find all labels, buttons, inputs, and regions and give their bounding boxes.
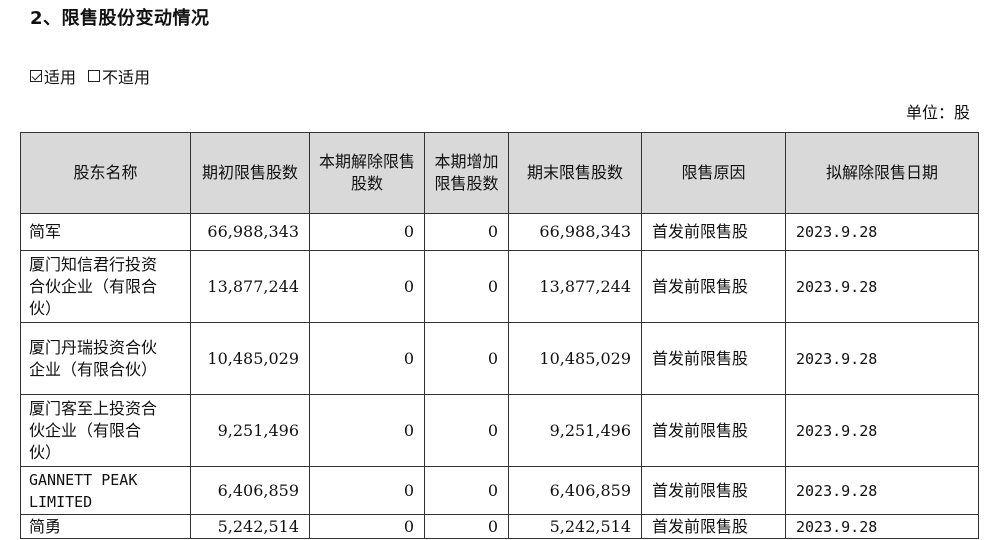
header-reason: 限售原因: [641, 132, 786, 214]
cell-date: 2023.9.28: [785, 322, 979, 395]
header-released: 本期解除限售股数: [309, 132, 425, 214]
checked-box-icon: [30, 70, 42, 82]
cell-end: 10,485,029: [508, 322, 642, 395]
header-begin-restricted: 期初限售股数: [190, 132, 310, 214]
cell-released: 0: [309, 514, 425, 539]
section-title: 2、限售股份变动情况: [30, 8, 210, 29]
cell-name: GANNETT PEAK LIMITED: [20, 466, 191, 515]
cell-reason: 首发前限售股: [641, 322, 786, 395]
cell-begin: 13,877,244: [190, 250, 310, 323]
cell-released: 0: [309, 250, 425, 323]
cell-released: 0: [309, 213, 425, 251]
table-row: 厦门丹瑞投资合伙企业（有限合伙） 10,485,029 0 0 10,485,0…: [20, 322, 979, 395]
header-release-date: 拟解除限售日期: [785, 132, 979, 214]
table-row: 简军 66,988,343 0 0 66,988,343 首发前限售股 2023…: [20, 213, 979, 251]
cell-end: 6,406,859: [508, 466, 642, 515]
cell-begin: 10,485,029: [190, 322, 310, 395]
option-applicable: 适用: [30, 64, 76, 88]
cell-released: 0: [309, 322, 425, 395]
cell-added: 0: [424, 213, 509, 251]
header-added: 本期增加限售股数: [424, 132, 509, 214]
cell-date: 2023.9.28: [785, 466, 979, 515]
option-not-applicable-label: 不适用: [102, 68, 151, 87]
cell-begin: 5,242,514: [190, 514, 310, 539]
cell-reason: 首发前限售股: [641, 213, 786, 251]
cell-name: 厦门知信君行投资合伙企业（有限合伙）: [20, 250, 191, 323]
cell-released: 0: [309, 466, 425, 515]
cell-added: 0: [424, 514, 509, 539]
cell-name: 厦门丹瑞投资合伙企业（有限合伙）: [20, 322, 191, 395]
unit-label: 单位：股: [905, 103, 970, 122]
cell-date: 2023.9.28: [785, 394, 979, 467]
cell-added: 0: [424, 250, 509, 323]
cell-begin: 6,406,859: [190, 466, 310, 515]
cell-end: 66,988,343: [508, 213, 642, 251]
table-row: 厦门知信君行投资合伙企业（有限合伙） 13,877,244 0 0 13,877…: [20, 250, 979, 323]
cell-date: 2023.9.28: [785, 213, 979, 251]
cell-reason: 首发前限售股: [641, 250, 786, 323]
cell-added: 0: [424, 322, 509, 395]
cell-name: 厦门客至上投资合伙企业（有限合伙）: [20, 394, 191, 467]
cell-end: 5,242,514: [508, 514, 642, 539]
cell-name: 简军: [20, 213, 191, 251]
table-header-row: 股东名称 期初限售股数 本期解除限售股数 本期增加限售股数 期末限售股数 限售原…: [20, 132, 979, 214]
cell-end: 9,251,496: [508, 394, 642, 467]
unchecked-box-icon: [88, 70, 101, 82]
cell-end: 13,877,244: [508, 250, 642, 323]
cell-reason: 首发前限售股: [641, 394, 786, 467]
cell-begin: 9,251,496: [190, 394, 310, 467]
cell-released: 0: [309, 394, 425, 467]
cell-name: 简勇: [20, 514, 191, 539]
option-applicable-label: 适用: [44, 68, 77, 87]
cell-added: 0: [424, 394, 509, 467]
cell-date: 2023.9.28: [785, 250, 979, 323]
table-row: GANNETT PEAK LIMITED 6,406,859 0 0 6,406…: [20, 466, 979, 515]
cell-added: 0: [424, 466, 509, 515]
table-row: 简勇 5,242,514 0 0 5,242,514 首发前限售股 2023.9…: [20, 514, 979, 539]
header-end-restricted: 期末限售股数: [508, 132, 642, 214]
restricted-shares-table: 股东名称 期初限售股数 本期解除限售股数 本期增加限售股数 期末限售股数 限售原…: [20, 132, 979, 539]
cell-reason: 首发前限售股: [641, 514, 786, 539]
cell-reason: 首发前限售股: [641, 466, 786, 515]
header-shareholder-name: 股东名称: [20, 132, 191, 214]
table-row: 厦门客至上投资合伙企业（有限合伙） 9,251,496 0 0 9,251,49…: [20, 394, 979, 467]
option-not-applicable: 不适用: [88, 64, 150, 88]
cell-begin: 66,988,343: [190, 213, 310, 251]
cell-date: 2023.9.28: [785, 514, 979, 539]
applicability-options: 适用 不适用: [30, 64, 150, 88]
